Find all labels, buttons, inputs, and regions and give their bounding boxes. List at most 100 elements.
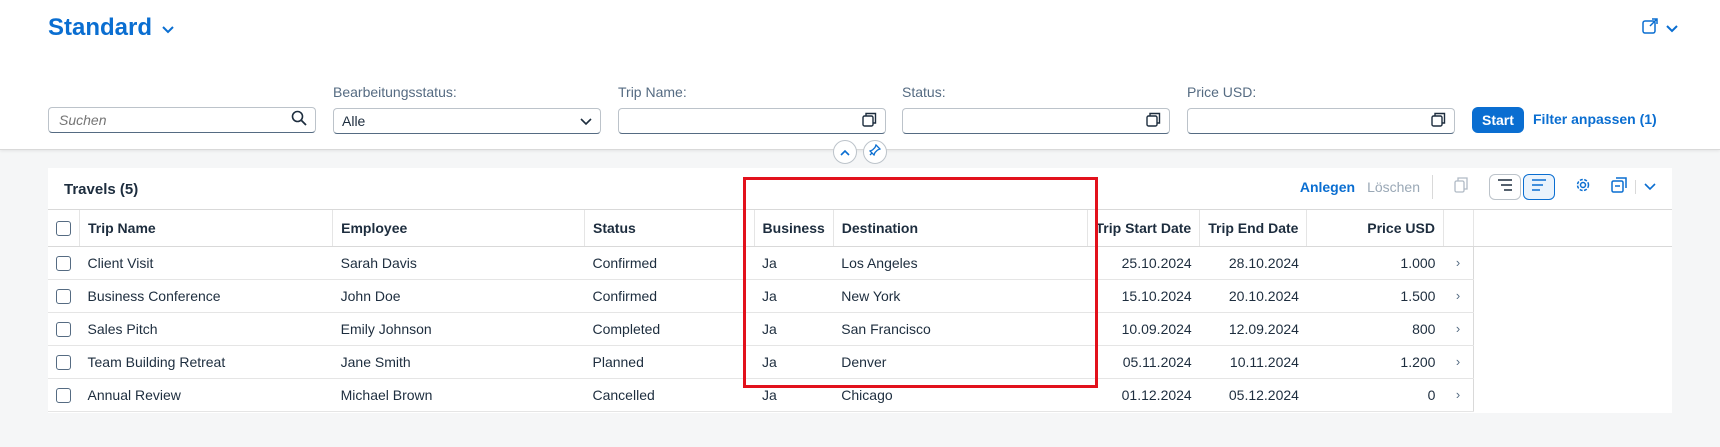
cell-business: Ja <box>754 312 834 346</box>
row-select-cell <box>48 378 80 412</box>
cell-status: Cancelled <box>584 378 755 412</box>
column-header-trip-start-date[interactable]: Trip Start Date <box>1087 210 1201 247</box>
share-menu-button[interactable] <box>1642 18 1678 39</box>
column-header-destination[interactable]: Destination <box>833 210 1088 247</box>
chevron-right-icon[interactable]: › <box>1443 345 1474 379</box>
view-toggle <box>1489 174 1555 200</box>
row-checkbox[interactable] <box>56 321 71 337</box>
column-header-nav <box>1443 210 1474 247</box>
table-row[interactable]: Annual Review Michael Brown Cancelled Ja… <box>48 378 1672 412</box>
table-row[interactable]: Business Conference John Doe Confirmed J… <box>48 279 1672 313</box>
travels-table-card: Travels (5) Anlegen Löschen Trip Name Em… <box>48 168 1672 413</box>
variant-selector[interactable]: Standard <box>48 14 174 42</box>
bearbeitungsstatus-select[interactable]: Alle <box>333 108 601 134</box>
search-field[interactable] <box>48 107 316 133</box>
cell-trip-start-date: 25.10.2024 <box>1087 246 1200 280</box>
chevron-up-icon <box>840 143 850 161</box>
filter-bearbeitungsstatus: Bearbeitungsstatus: Alle <box>333 84 601 134</box>
price-usd-input[interactable] <box>1187 108 1455 134</box>
chevron-right-icon[interactable]: › <box>1443 246 1474 280</box>
column-header-trip-name[interactable]: Trip Name <box>79 210 334 247</box>
export-separator <box>1635 180 1636 194</box>
tree-view-button[interactable] <box>1489 174 1521 200</box>
export-button[interactable] <box>1611 174 1656 200</box>
column-header-price-usd[interactable]: Price USD <box>1306 210 1444 247</box>
variant-title: Standard <box>48 14 153 41</box>
cell-status: Confirmed <box>584 279 755 313</box>
column-header-filler <box>1473 210 1672 247</box>
cell-trip-start-date: 05.11.2024 <box>1087 345 1200 379</box>
cell-price-usd: 800 <box>1306 312 1444 346</box>
column-header-status[interactable]: Status <box>584 210 755 247</box>
row-filler <box>1472 279 1672 312</box>
chevron-down-icon <box>1644 178 1656 196</box>
filter-price-usd: Price USD: <box>1187 84 1455 134</box>
chevron-right-icon[interactable]: › <box>1443 312 1474 346</box>
value-help-icon[interactable] <box>862 112 877 130</box>
pin-header-button[interactable] <box>863 140 887 164</box>
row-filler <box>1472 246 1672 279</box>
travels-table: Trip Name Employee Status Business Desti… <box>48 210 1672 412</box>
gear-icon <box>1575 177 1591 198</box>
status-input[interactable] <box>902 108 1170 134</box>
pin-icon <box>868 143 882 161</box>
table-row[interactable]: Team Building Retreat Jane Smith Planned… <box>48 345 1672 379</box>
cell-employee: Emily Johnson <box>332 312 585 346</box>
cell-trip-start-date: 10.09.2024 <box>1087 312 1200 346</box>
row-checkbox[interactable] <box>56 255 71 271</box>
settings-button[interactable] <box>1567 174 1599 200</box>
cell-business: Ja <box>754 345 834 379</box>
copy-button[interactable] <box>1445 174 1477 200</box>
collapse-header-button[interactable] <box>833 140 857 164</box>
column-header-employee[interactable]: Employee <box>332 210 585 247</box>
filter-bar-header: Standard Bearbeitungsstatus: Alle Trip N… <box>0 0 1720 150</box>
select-all-checkbox[interactable] <box>56 221 71 237</box>
select-all-cell <box>48 210 80 247</box>
cell-price-usd: 1.200 <box>1306 345 1444 379</box>
trip-name-input[interactable] <box>618 108 886 134</box>
chevron-down-icon <box>1666 20 1678 38</box>
export-icon <box>1611 176 1627 198</box>
value-help-icon[interactable] <box>1431 112 1446 130</box>
cell-business: Ja <box>754 246 834 280</box>
search-icon[interactable] <box>291 110 307 131</box>
chevron-down-icon <box>162 26 174 34</box>
row-filler <box>1472 312 1672 345</box>
cell-employee: Sarah Davis <box>332 246 585 280</box>
search-input[interactable] <box>57 111 277 129</box>
filter-status: Status: <box>902 84 1170 134</box>
chevron-right-icon[interactable]: › <box>1443 378 1474 412</box>
start-button[interactable]: Start <box>1472 107 1524 133</box>
delete-button[interactable]: Löschen <box>1367 179 1420 195</box>
filter-trip-name: Trip Name: <box>618 84 886 134</box>
cell-employee: Jane Smith <box>332 345 585 379</box>
chevron-down-icon <box>580 113 592 129</box>
table-row[interactable]: Sales Pitch Emily Johnson Completed Ja S… <box>48 312 1672 346</box>
cell-status: Confirmed <box>584 246 755 280</box>
filter-label: Price USD: <box>1187 84 1257 100</box>
column-header-business[interactable]: Business <box>754 210 834 247</box>
row-checkbox[interactable] <box>56 288 71 304</box>
row-checkbox[interactable] <box>56 354 71 370</box>
cell-trip-name: Sales Pitch <box>79 312 333 346</box>
row-select-cell <box>48 312 80 346</box>
cell-employee: Michael Brown <box>332 378 585 412</box>
header-toggle-group <box>833 140 887 164</box>
cell-trip-start-date: 01.12.2024 <box>1087 378 1200 412</box>
cell-business: Ja <box>754 279 834 313</box>
chevron-right-icon[interactable]: › <box>1443 279 1474 313</box>
toolbar-separator <box>1432 175 1433 199</box>
row-select-cell <box>48 246 80 280</box>
cell-trip-end-date: 20.10.2024 <box>1199 279 1307 313</box>
list-view-button[interactable] <box>1523 174 1555 200</box>
row-filler <box>1472 378 1672 411</box>
create-button[interactable]: Anlegen <box>1300 179 1355 195</box>
table-title: Travels (5) <box>64 181 139 198</box>
column-header-trip-end-date[interactable]: Trip End Date <box>1199 210 1308 247</box>
adapt-filters-link[interactable]: Filter anpassen (1) <box>1533 111 1657 127</box>
value-help-icon[interactable] <box>1146 112 1161 130</box>
cell-destination: San Francisco <box>833 312 1088 346</box>
table-row[interactable]: Client Visit Sarah Davis Confirmed Ja Lo… <box>48 246 1672 280</box>
row-checkbox[interactable] <box>56 387 71 403</box>
filter-label: Bearbeitungsstatus: <box>333 84 457 100</box>
